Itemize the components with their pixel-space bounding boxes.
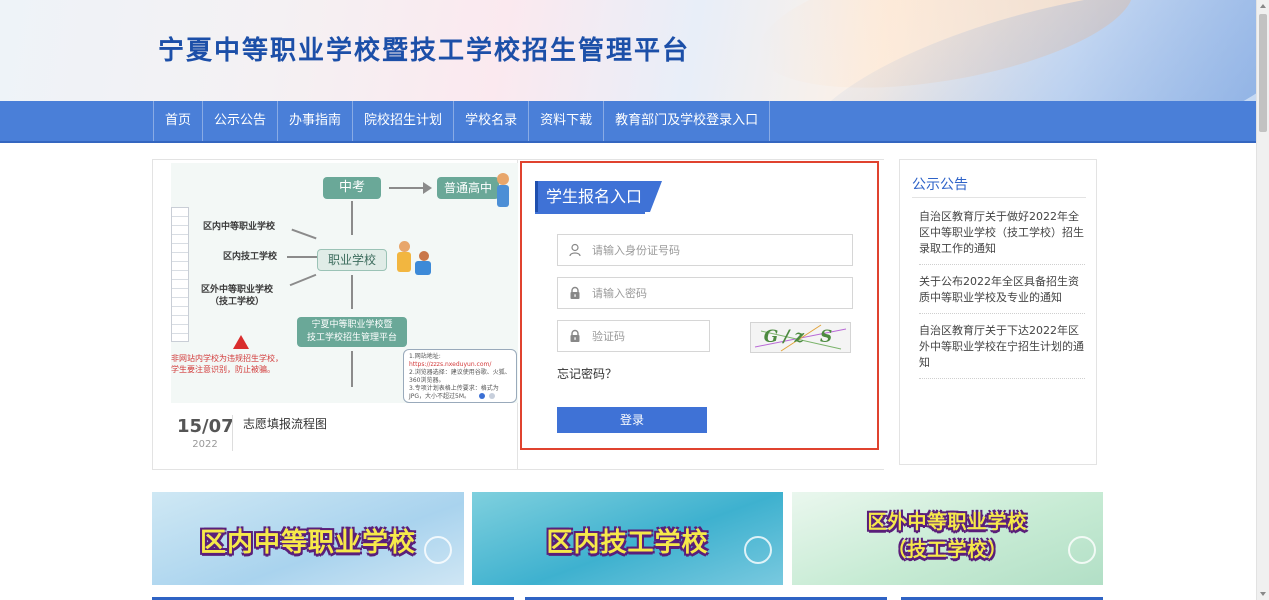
flowchart-note: 1.网站地址: https://zzzs.nxeduyun.com/ 2.浏览器…: [403, 349, 517, 403]
flowchart-box-zhongkao: 中考: [323, 177, 381, 199]
nav-item-enrollment-plans[interactable]: 院校招生计划: [353, 101, 455, 141]
nav-item-downloads[interactable]: 资料下载: [529, 101, 605, 141]
slide-indicator[interactable]: [489, 393, 495, 399]
scroll-thumb[interactable]: [1259, 14, 1267, 132]
captcha-input[interactable]: [592, 321, 702, 351]
student-figure: [497, 173, 509, 185]
page: 宁夏中等职业学校暨技工学校招生管理平台 首页 公示公告 办事指南 院校招生计划 …: [0, 0, 1269, 600]
flowchart-label-in-region-technical: 区内技工学校: [223, 252, 278, 262]
site-header: 宁夏中等职业学校暨技工学校招生管理平台: [0, 0, 1256, 101]
magnifier-icon: [424, 536, 452, 564]
slide-date: 15/07 2022: [177, 416, 234, 452]
login-title-underline: [535, 212, 645, 214]
announcements-list: 自治区教育厅关于做好2022年全区中等职业学校（技工学校）招生录取工作的通知 关…: [919, 209, 1085, 388]
banner-label: 区外中等职业学校 （技工学校）: [867, 511, 1028, 561]
slide-divider: [232, 415, 233, 451]
announcement-item[interactable]: 自治区教育厅关于下达2022年区外中等职业学校在宁招生计划的通知: [919, 323, 1085, 379]
nav-item-home[interactable]: 首页: [153, 101, 204, 141]
student-figure: [415, 261, 431, 275]
banner-in-region-technical[interactable]: 区内技工学校: [472, 492, 783, 585]
user-icon: [569, 243, 581, 257]
main-nav: 首页 公示公告 办事指南 院校招生计划 学校名录 资料下载 教育部门及学校登录入…: [0, 101, 1256, 143]
announcements-panel: 公示公告 自治区教育厅关于做好2022年全区中等职业学校（技工学校）招生录取工作…: [899, 159, 1097, 465]
password-field-wrap: [557, 277, 853, 309]
scroll-up-icon[interactable]: [1260, 4, 1266, 8]
announcements-title[interactable]: 公示公告: [912, 174, 968, 194]
password-input[interactable]: [592, 278, 842, 308]
flowchart-arrow: [351, 275, 353, 309]
banner-label: 区内中等职业学校: [199, 528, 416, 558]
login-highlight-frame: 学生报名入口 请输入身份证号码 验证码 G/z S 忘记密码？ 登录: [520, 161, 879, 450]
forgot-password-link[interactable]: 忘记密码？: [557, 365, 617, 382]
main-content: 中考 普通高中 区内中等职业学校 区内技工学校 区外中等职业学校 （技工学校）: [152, 159, 1097, 470]
slide-date-year: 2022: [192, 439, 218, 450]
nav-item-guide[interactable]: 办事指南: [278, 101, 354, 141]
flowchart-label-in-region-vocational: 区内中等职业学校: [203, 222, 276, 232]
site-title: 宁夏中等职业学校暨技工学校招生管理平台: [158, 36, 691, 66]
flowchart-box-high-school: 普通高中: [437, 177, 499, 199]
flowchart-arrow: [291, 228, 317, 240]
id-number-field-wrap: [557, 234, 853, 266]
banner-label: 区内技工学校: [546, 528, 709, 558]
flowchart-warning: 非网站内学校为违规招生学校， 学生要注意识别，防止被骗。: [171, 354, 283, 374]
flowchart-image[interactable]: 中考 普通高中 区内中等职业学校 区内技工学校 区外中等职业学校 （技工学校）: [171, 163, 519, 403]
banner-in-region-vocational[interactable]: 区内中等职业学校: [152, 492, 464, 585]
slide-indicator-active[interactable]: [479, 393, 485, 399]
magnifier-icon: [744, 536, 772, 564]
student-figure: [397, 252, 411, 272]
flowchart-arrow: [389, 187, 425, 189]
slide-caption[interactable]: 志愿填报流程图: [243, 415, 327, 432]
id-number-input[interactable]: [592, 235, 842, 265]
student-figure: [419, 251, 429, 261]
login-title-tab: 学生报名入口: [535, 181, 663, 212]
captcha-text: G/z S: [763, 327, 838, 347]
flowchart-box-platform: 宁夏中等职业学校暨 技工学校招生管理平台: [297, 317, 407, 347]
warning-icon: [233, 335, 249, 349]
login-button[interactable]: 登录: [557, 407, 707, 433]
student-figure: [399, 241, 410, 252]
page-scrollbar[interactable]: [1256, 0, 1269, 600]
student-login-panel: 学生报名入口 请输入身份证号码 验证码 G/z S 忘记密码？ 登录: [518, 159, 884, 470]
announcement-item[interactable]: 自治区教育厅关于做好2022年全区中等职业学校（技工学校）招生录取工作的通知: [919, 209, 1085, 265]
nav-item-admin-login[interactable]: 教育部门及学校登录入口: [604, 101, 771, 141]
magnifier-icon: [1068, 536, 1096, 564]
login-title: 学生报名入口: [535, 181, 663, 212]
announcements-divider: [912, 197, 1086, 198]
flowchart-arrow: [289, 273, 317, 287]
announcement-item[interactable]: 关于公布2022年全区具备招生资质中等职业学校及专业的通知: [919, 274, 1085, 314]
flowchart-arrow: [287, 256, 317, 258]
captcha-field-wrap: [557, 320, 710, 352]
slide-date-day-month: 15/07: [177, 416, 234, 437]
scroll-down-icon[interactable]: [1260, 592, 1266, 596]
flowchart-arrow: [351, 351, 353, 387]
nav-item-school-directory[interactable]: 学校名录: [454, 101, 530, 141]
student-figure: [497, 185, 509, 207]
flowchart-side-strip: [171, 207, 189, 342]
banner-out-region-vocational[interactable]: 区外中等职业学校 （技工学校）: [792, 492, 1103, 585]
flowchart-arrow-head: [423, 182, 432, 194]
flowchart-box-vocational-school: 职业学校: [317, 249, 387, 271]
flowchart-label-out-region-vocational: 区外中等职业学校 （技工学校）: [201, 285, 274, 307]
slide-panel: 中考 普通高中 区内中等职业学校 区内技工学校 区外中等职业学校 （技工学校）: [152, 159, 519, 470]
lock-icon: [570, 286, 580, 299]
lock-icon: [570, 329, 580, 342]
captcha-image[interactable]: G/z S: [750, 322, 851, 353]
nav-item-announcements[interactable]: 公示公告: [203, 101, 279, 141]
flowchart-arrow: [351, 201, 353, 235]
